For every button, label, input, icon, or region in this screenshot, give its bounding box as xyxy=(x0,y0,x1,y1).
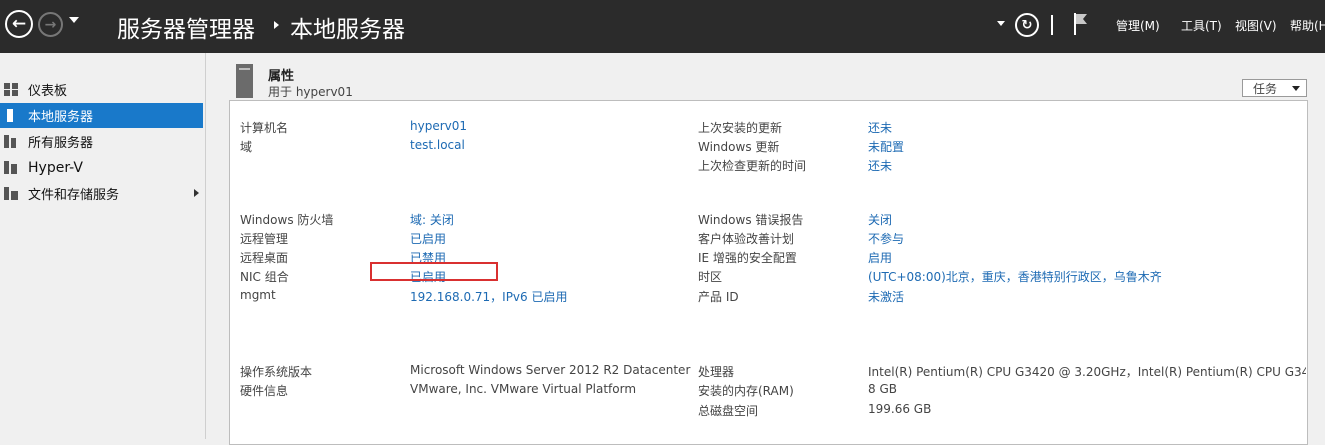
prop-label-ie-esc: IE 增强的安全配置 xyxy=(698,251,797,265)
prop-label-product-id: 产品 ID xyxy=(698,290,739,304)
properties-server-icon xyxy=(236,64,253,98)
nav-item-all-servers[interactable]: 所有服务器 xyxy=(0,129,203,154)
prop-value-error-reporting[interactable]: 关闭 xyxy=(868,211,892,228)
prop-value-os-version: Microsoft Windows Server 2012 R2 Datacen… xyxy=(410,363,691,377)
nav-item-local-server[interactable]: 本地服务器 xyxy=(0,103,203,128)
menu-tools[interactable]: 工具(T) xyxy=(1181,17,1222,34)
nav-item-label: 文件和存储服务 xyxy=(28,188,120,203)
toolbar-divider xyxy=(1051,15,1053,35)
prop-value-processor: Intel(R) Pentium(R) CPU G3420 @ 3.20GHz，… xyxy=(868,365,1306,379)
prop-label-processor: 处理器 xyxy=(698,365,735,379)
prop-label-firewall: Windows 防火墙 xyxy=(240,213,334,227)
prop-label-timezone: 时区 xyxy=(698,270,723,284)
menu-help[interactable]: 帮助(H xyxy=(1290,17,1325,34)
dashboard-icon xyxy=(4,83,18,96)
prop-value-computer-name[interactable]: hyperv01 xyxy=(410,119,467,133)
prop-label-ram: 安装的内存(RAM) xyxy=(698,384,794,398)
prop-label-nic-teaming: NIC 组合 xyxy=(240,270,289,284)
prop-label-error-reporting: Windows 错误报告 xyxy=(698,213,804,227)
title-bar: ← → 服务器管理器 本地服务器 ↻ 管理(M) 工具(T) 视图(V) 帮助(… xyxy=(0,0,1325,53)
prop-label-os-version: 操作系统版本 xyxy=(240,365,313,379)
prop-label-mgmt: mgmt xyxy=(240,288,276,302)
prop-value-firewall[interactable]: 域: 关闭 xyxy=(410,211,454,228)
server-icon xyxy=(7,109,13,122)
storage-icon xyxy=(4,187,18,200)
prop-value-mgmt[interactable]: 192.168.0.71，IPv6 已启用 xyxy=(410,288,567,305)
prop-value-ram: 8 GB xyxy=(868,382,897,396)
nav-item-dashboard[interactable]: 仪表板 xyxy=(0,77,203,102)
nav-item-label: 所有服务器 xyxy=(28,136,94,151)
prop-value-remote-management[interactable]: 已启用 xyxy=(410,230,446,247)
prop-label-disk-space: 总磁盘空间 xyxy=(698,404,759,418)
prop-label-ceip: 客户体验改善计划 xyxy=(698,232,795,246)
refresh-icon[interactable]: ↻ xyxy=(1015,13,1039,37)
notifications-flag-icon[interactable] xyxy=(1072,12,1088,36)
tasks-dropdown-button[interactable]: 任务 xyxy=(1242,79,1307,97)
breadcrumb-current: 本地服务器 xyxy=(290,17,405,43)
prop-value-timezone[interactable]: (UTC+08:00)北京，重庆，香港特别行政区，乌鲁木齐 xyxy=(868,268,1162,285)
nav-item-label: Hyper-V xyxy=(28,159,83,176)
nav-item-label: 仪表板 xyxy=(28,84,68,99)
highlight-annotation-box xyxy=(370,262,498,281)
properties-subtitle: 用于 hyperv01 xyxy=(268,85,353,99)
servers-icon xyxy=(4,135,16,148)
nav-item-hyper-v[interactable]: Hyper-V xyxy=(0,155,203,180)
prop-label-domain: 域 xyxy=(240,140,253,154)
hyperv-icon xyxy=(4,161,17,174)
prop-value-hardware: VMware, Inc. VMware Virtual Platform xyxy=(410,382,637,396)
nav-item-label: 本地服务器 xyxy=(28,110,94,125)
expand-arrow-icon[interactable] xyxy=(194,189,199,197)
history-dropdown-icon[interactable] xyxy=(69,17,79,23)
prop-value-ie-esc[interactable]: 启用 xyxy=(868,249,892,266)
back-arrow-icon[interactable]: ← xyxy=(5,10,33,38)
prop-label-last-checked-update: 上次检查更新的时间 xyxy=(698,159,807,173)
left-navigation: 仪表板 本地服务器 所有服务器 Hyper-V 文件和存储服务 xyxy=(0,53,205,439)
prop-label-remote-management: 远程管理 xyxy=(240,232,289,246)
prop-label-remote-desktop: 远程桌面 xyxy=(240,251,289,265)
notification-dropdown-icon[interactable] xyxy=(997,21,1005,26)
nav-item-file-storage[interactable]: 文件和存储服务 xyxy=(0,181,203,206)
prop-label-last-installed-update: 上次安装的更新 xyxy=(698,121,783,135)
breadcrumb-separator-icon xyxy=(274,21,279,29)
prop-label-computer-name: 计算机名 xyxy=(240,121,289,135)
prop-value-disk-space: 199.66 GB xyxy=(868,402,932,416)
prop-value-domain[interactable]: test.local xyxy=(410,138,465,152)
prop-value-product-id[interactable]: 未激活 xyxy=(868,288,904,305)
prop-value-last-checked-update[interactable]: 还未 xyxy=(868,157,892,174)
prop-value-last-installed-update[interactable]: 还未 xyxy=(868,119,892,136)
prop-value-ceip[interactable]: 不参与 xyxy=(868,230,904,247)
breadcrumb-root[interactable]: 服务器管理器 xyxy=(117,10,255,44)
menu-manage[interactable]: 管理(M) xyxy=(1116,17,1160,34)
forward-arrow-icon[interactable]: → xyxy=(38,12,63,37)
tasks-label: 任务 xyxy=(1253,81,1278,96)
prop-value-windows-update[interactable]: 未配置 xyxy=(868,138,904,155)
content-divider xyxy=(205,53,206,439)
prop-label-hardware: 硬件信息 xyxy=(240,384,289,398)
prop-label-windows-update: Windows 更新 xyxy=(698,140,780,154)
properties-title: 属性 xyxy=(268,69,295,84)
menu-view[interactable]: 视图(V) xyxy=(1235,17,1277,34)
chevron-down-icon xyxy=(1292,86,1300,91)
